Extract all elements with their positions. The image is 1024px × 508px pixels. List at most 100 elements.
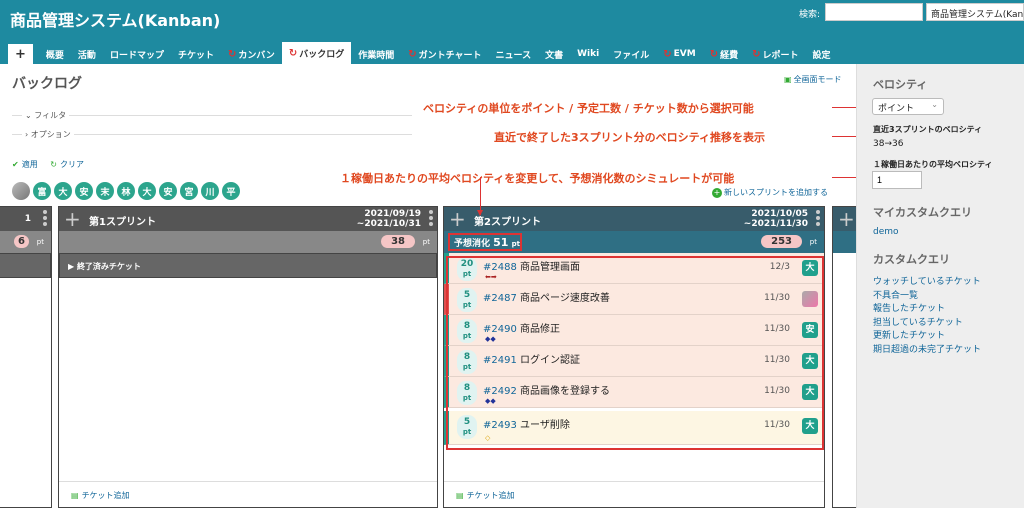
query-link[interactable]: ウォッチしているチケット [873, 276, 981, 290]
ticket-card[interactable]: 8 pt #2490 商品修正 ◆◆ 11/30 安 [444, 315, 824, 346]
app-title[interactable]: 商品管理システム(Kanban) [10, 7, 220, 31]
points-unit: pt [36, 238, 44, 246]
query-link[interactable]: 報告したチケット [873, 303, 981, 317]
points-value: 8 [463, 321, 471, 331]
my-query-demo[interactable]: demo [873, 227, 899, 237]
tab-report[interactable]: ↻ レポート [745, 44, 805, 64]
assignee-avatar[interactable]: 大 [802, 384, 818, 400]
avatar[interactable]: 川 [201, 182, 219, 200]
closed-tickets-toggle[interactable]: ▶ 終了済みチケット [59, 253, 437, 278]
points-unit: pt [462, 301, 472, 309]
add-ticket-icon[interactable]: + [449, 208, 466, 230]
points-unit: pt [462, 332, 472, 340]
tab-label: ガントチャート [418, 50, 482, 61]
tab-wiki[interactable]: Wiki [570, 44, 606, 64]
add-sprint-link[interactable]: + 新しいスプリントを追加する [712, 187, 828, 198]
velocity-unit-select[interactable]: ポイント ⌄ [872, 98, 944, 115]
tab-new[interactable]: + [8, 44, 33, 64]
assignee-avatar[interactable]: 大 [802, 418, 818, 434]
closed-label: 終了済みチケット [76, 262, 141, 271]
tab-evm[interactable]: ↻ EVM [656, 44, 702, 64]
avatar[interactable]: 大 [138, 182, 156, 200]
tab-kanban[interactable]: ↻ カンバン [221, 44, 282, 64]
ticket-id-link[interactable]: #2488 [483, 262, 517, 273]
ticket-card[interactable]: 8 pt #2492 商品画像を登録する ◆◆ 11/30 大 [444, 377, 824, 408]
avatar[interactable]: 安 [159, 182, 177, 200]
ticket-card[interactable]: 20 pt #2488 商品管理画面 ⬅➡ 12/3 大 [444, 253, 824, 284]
ticket-id-link[interactable]: #2492 [483, 386, 517, 397]
tab-news[interactable]: ニュース [489, 44, 539, 64]
tab-activity[interactable]: 活動 [71, 44, 103, 64]
story-points: 8 pt [457, 381, 477, 405]
story-points: 8 pt [457, 319, 477, 343]
query-link[interactable]: 期日超過の未完了チケット [873, 344, 981, 358]
velocity-title: ベロシティ [873, 78, 928, 91]
options-toggle[interactable]: › オプション [22, 129, 74, 140]
more-icon[interactable] [816, 210, 820, 226]
filter-toggle[interactable]: ⌄ フィルタ [22, 110, 70, 121]
ticket-id-link[interactable]: #2487 [483, 293, 517, 304]
add-ticket-link[interactable]: ▤ チケット追加 [444, 481, 824, 507]
search-input[interactable] [825, 3, 923, 21]
sprint-name[interactable]: 第2スプリント [474, 213, 541, 228]
clear-link[interactable]: クリア [60, 160, 84, 169]
avatar[interactable] [12, 182, 30, 200]
avatar[interactable]: 林 [117, 182, 135, 200]
tab-issues[interactable]: チケット [171, 44, 221, 64]
ticket-id-link[interactable]: #2490 [483, 324, 517, 335]
more-icon[interactable] [429, 210, 433, 226]
tab-label: ニュース [495, 50, 532, 61]
assignee-avatar[interactable]: 大 [802, 353, 818, 369]
avatar[interactable]: 宮 [180, 182, 198, 200]
avatar[interactable]: 平 [222, 182, 240, 200]
avatar[interactable]: 安 [75, 182, 93, 200]
apply-link[interactable]: 適用 [22, 160, 38, 169]
ticket-card[interactable]: 8 pt #2491 ログイン認証 11/30 大 [444, 346, 824, 377]
avatar[interactable]: 富 [33, 182, 51, 200]
more-icon[interactable] [43, 210, 47, 226]
avg-velocity-input[interactable] [872, 171, 922, 189]
ticket-id-link[interactable]: #2491 [483, 355, 517, 366]
sprint-column-1: + 第1スプリント 2021/09/19 ~2021/10/31 38 pt ▶ … [58, 206, 438, 508]
query-link[interactable]: 不具合一覧 [873, 290, 981, 304]
tab-gantt[interactable]: ↻ ガントチャート [401, 44, 488, 64]
avatar[interactable]: 末 [96, 182, 114, 200]
tab-files[interactable]: ファイル [606, 44, 656, 64]
sprint-name[interactable]: 第1スプリント [89, 213, 156, 228]
points-value: 20 [460, 259, 474, 269]
ticket-card[interactable]: 5 pt #2487 商品ページ速度改善 11/30 [444, 284, 824, 315]
warning-icon: ◇ [485, 434, 491, 442]
annotation-history: 直近で終了した3スプリント分のベロシティ推移を表示 [494, 129, 765, 145]
tab-time-entries[interactable]: 作業時間 [351, 44, 401, 64]
filter-label: フィルタ [34, 111, 67, 120]
tab-expenses[interactable]: ↻ 経費 [703, 44, 745, 64]
add-ticket-icon[interactable]: + [64, 208, 81, 230]
ticket-title: #2493 ユーザ削除 [483, 416, 570, 431]
relation-icon: ⬅➡ [485, 273, 497, 281]
project-select[interactable]: 商品管理システム(Kanban [926, 3, 1024, 21]
due-date: 12/3 [769, 262, 790, 272]
ticket-subject: ユーザ削除 [520, 420, 570, 431]
avatar[interactable]: 大 [54, 182, 72, 200]
tab-label: ファイル [613, 50, 650, 61]
check-icon: ✔ [12, 160, 19, 169]
assignee-avatar[interactable]: 大 [802, 260, 818, 276]
tab-settings[interactable]: 設定 [806, 44, 838, 64]
assignee-avatar[interactable]: 安 [802, 322, 818, 338]
query-link[interactable]: 更新したチケット [873, 330, 981, 344]
query-link[interactable]: 担当しているチケット [873, 317, 981, 331]
tab-overview[interactable]: 概要 [39, 44, 71, 64]
avg-velocity-label: １稼働日あたりの平均ベロシティ [873, 160, 993, 169]
tab-backlog[interactable]: ↻ バックログ [281, 42, 352, 64]
add-ticket-icon: ▤ [71, 491, 79, 500]
add-ticket-icon[interactable]: + [838, 208, 855, 230]
ticket-card[interactable]: 5 pt #2493 ユーザ削除 ◇ 11/30 大 [444, 411, 824, 445]
column-stats: 6 pt [0, 231, 51, 253]
add-ticket-link[interactable]: ▤ チケット追加 [59, 481, 437, 507]
tab-roadmap[interactable]: ロードマップ [103, 44, 171, 64]
ticket-id-link[interactable]: #2493 [483, 420, 517, 431]
add-ticket-label: チケット追加 [81, 491, 130, 500]
assignee-avatar[interactable] [802, 291, 818, 307]
fullscreen-link[interactable]: ▣ 全画面モード [784, 74, 842, 85]
tab-documents[interactable]: 文書 [538, 44, 570, 64]
